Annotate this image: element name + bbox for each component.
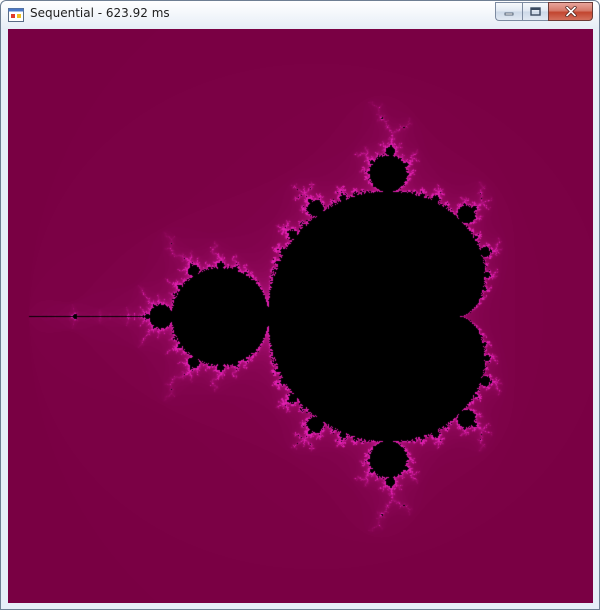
window-bottom-border [1,603,599,609]
maximize-icon [530,7,541,16]
app-window: Sequential - 623.92 ms [0,0,600,610]
window-title: Sequential - 623.92 ms [30,6,170,20]
fractal-canvas-area [8,29,593,603]
minimize-icon [504,12,514,15]
close-icon [564,6,577,17]
minimize-button[interactable] [495,2,522,21]
caption-buttons [495,2,593,21]
maximize-button[interactable] [522,2,548,21]
close-button[interactable] [548,2,593,21]
app-window-icon[interactable] [8,8,24,22]
title-bar[interactable]: Sequential - 623.92 ms [1,1,599,29]
mandelbrot-canvas [8,29,593,603]
